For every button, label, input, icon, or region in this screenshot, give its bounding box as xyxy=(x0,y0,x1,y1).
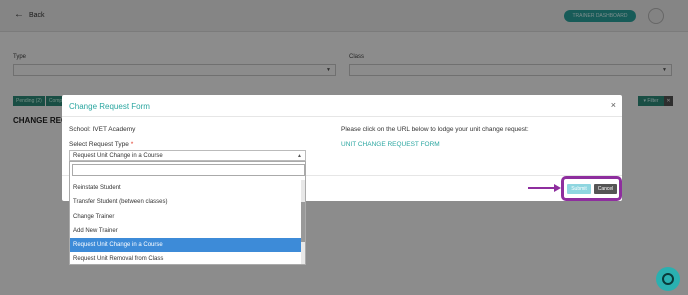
dropdown-search-input[interactable] xyxy=(72,164,305,176)
modal-title: Change Request Form xyxy=(69,102,150,111)
dropdown-scrollbar[interactable] xyxy=(301,180,305,264)
option-transfer-student[interactable]: Transfer Student (between classes) xyxy=(70,195,303,209)
unit-change-request-link[interactable]: UNIT CHANGE REQUEST FORM xyxy=(341,141,440,148)
option-add-new-trainer[interactable]: Add New Trainer xyxy=(70,224,303,238)
close-icon[interactable]: × xyxy=(611,100,616,110)
request-type-select[interactable]: Request Unit Change in a Course ▲ xyxy=(69,150,306,161)
school-text: School: IVET Academy xyxy=(69,126,136,133)
option-request-unit-change[interactable]: Request Unit Change in a Course xyxy=(70,238,303,253)
annotation-arrow-head xyxy=(554,184,561,192)
request-type-label: Select Request Type * xyxy=(69,141,133,148)
modal-header: Change Request Form × xyxy=(62,95,622,117)
request-type-label-text: Select Request Type xyxy=(69,141,129,148)
dropdown-options: Reinstate Student Transfer Student (betw… xyxy=(70,181,303,267)
option-change-trainer[interactable]: Change Trainer xyxy=(70,210,303,224)
required-mark: * xyxy=(130,141,134,148)
scrollbar-thumb[interactable] xyxy=(301,202,305,242)
option-request-unit-removal[interactable]: Request Unit Removal from Class xyxy=(70,252,303,266)
chat-icon xyxy=(662,273,674,285)
annotation-arrow-line xyxy=(528,187,556,189)
annotation-highlight-box xyxy=(561,176,622,201)
request-type-value: Request Unit Change in a Course xyxy=(73,153,163,159)
caret-up-icon: ▲ xyxy=(297,153,302,159)
request-type-dropdown: Reinstate Student Transfer Student (betw… xyxy=(69,161,306,265)
chat-help-button[interactable] xyxy=(656,267,680,291)
lodge-instructions: Please click on the URL below to lodge y… xyxy=(341,126,529,133)
option-reinstate-student[interactable]: Reinstate Student xyxy=(70,181,303,195)
